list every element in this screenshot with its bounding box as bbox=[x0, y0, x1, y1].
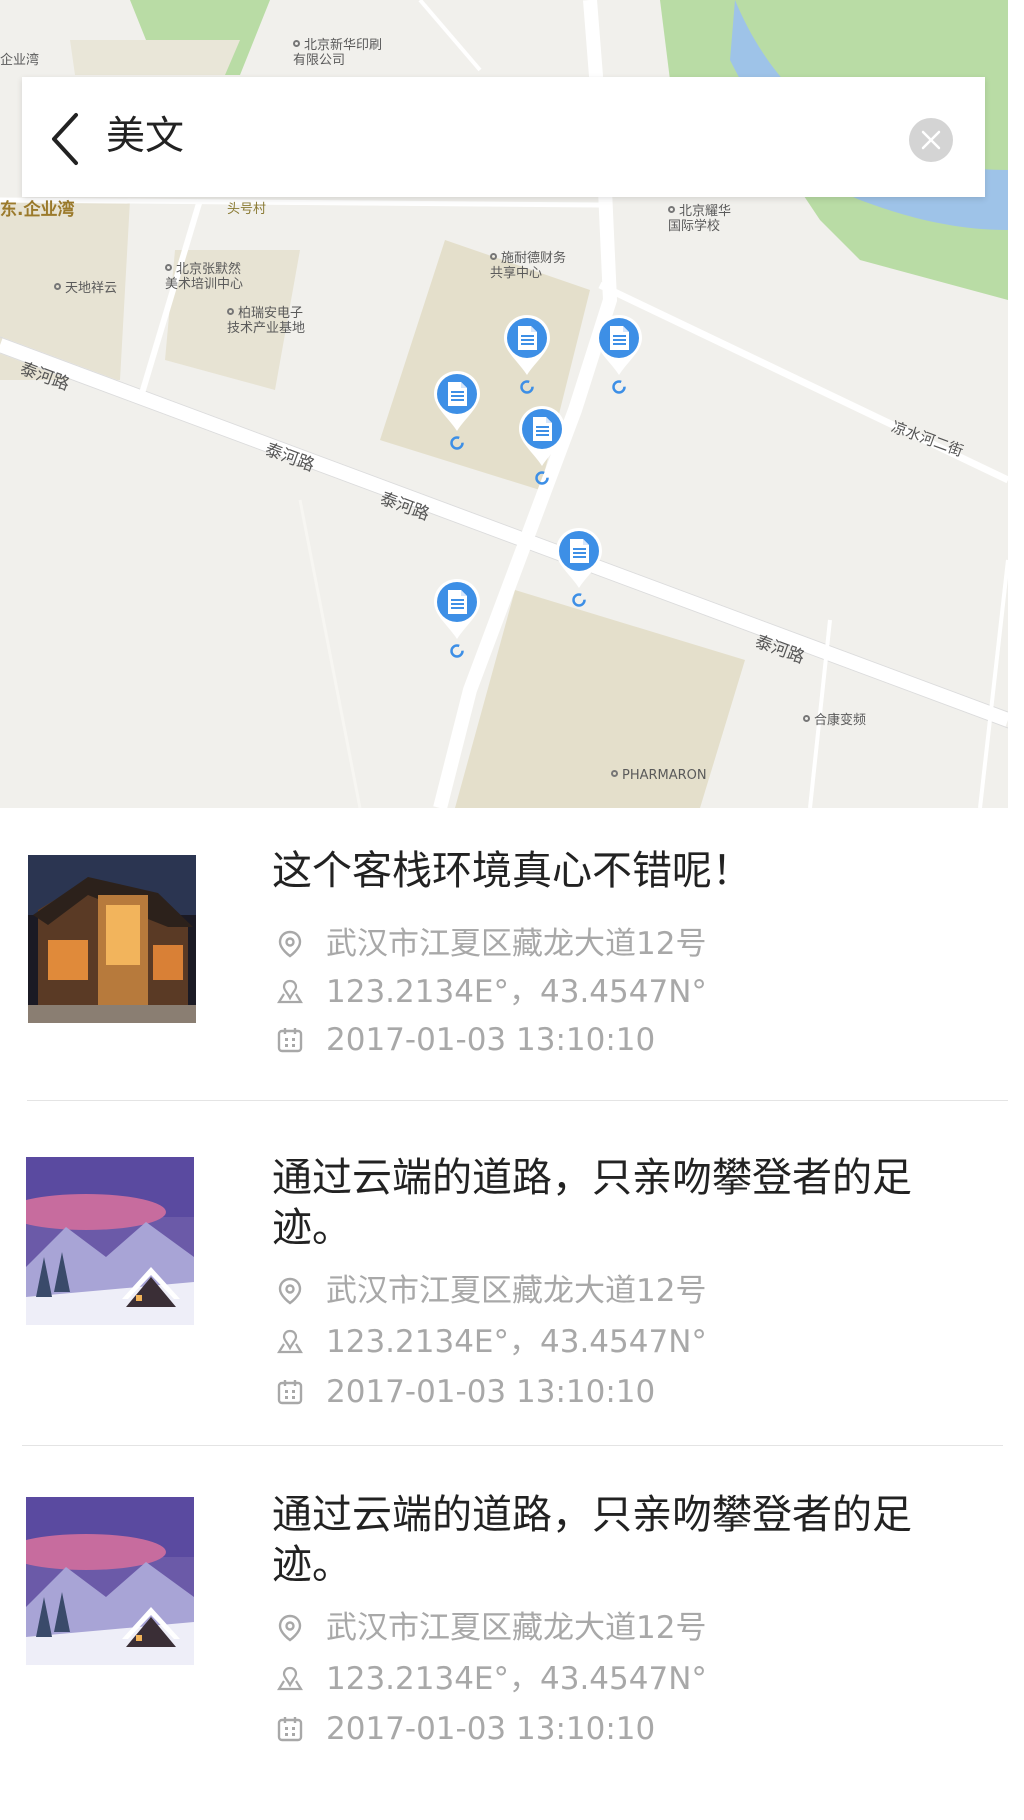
item-title: 这个客栈环境真心不错呢！ bbox=[272, 848, 752, 894]
list-item[interactable]: 通过云端的道路，只亲吻攀登者的足迹。 武汉市江夏区藏龙大道12号 123.213… bbox=[0, 1446, 1008, 1820]
calendar-icon bbox=[277, 1028, 303, 1053]
poi-label: 天地祥云 bbox=[54, 281, 117, 296]
coordinates-icon bbox=[277, 1329, 303, 1354]
address-text: 武汉市江夏区藏龙大道12号 bbox=[326, 1273, 707, 1309]
search-bar[interactable]: 美文 bbox=[22, 77, 985, 197]
coords-text: 123.2134E°，43.4547N° bbox=[326, 974, 707, 1010]
coordinates-icon bbox=[277, 1666, 303, 1691]
document-pin-icon[interactable] bbox=[592, 311, 646, 401]
poi-label: 北京耀华 国际学校 bbox=[668, 204, 732, 234]
snow-cabin-photo bbox=[26, 1497, 194, 1665]
chevron-left-icon bbox=[52, 113, 78, 165]
list-item[interactable]: 这个客栈环境真心不错呢！ 武汉市江夏区藏龙大道12号 123.2134E°，43… bbox=[0, 808, 1008, 1100]
close-icon bbox=[921, 130, 941, 150]
coordinates-icon bbox=[277, 979, 303, 1004]
poi-label: PHARMARON bbox=[611, 768, 707, 783]
thumbnail-image bbox=[28, 855, 196, 1023]
snow-cabin-photo bbox=[26, 1157, 194, 1325]
calendar-icon bbox=[277, 1717, 303, 1742]
poi-label: 北京张默然 美术培训中心 bbox=[165, 262, 244, 292]
document-pin-icon[interactable] bbox=[500, 311, 554, 401]
district-label-top: 企业湾 bbox=[0, 53, 40, 68]
document-pin-icon[interactable] bbox=[552, 524, 606, 614]
location-pin-icon bbox=[278, 1277, 302, 1305]
datetime-text: 2017-01-03 13:10:10 bbox=[326, 1022, 656, 1058]
location-pin-icon bbox=[278, 1614, 302, 1642]
document-pin-icon[interactable] bbox=[430, 575, 484, 665]
village-label: 头号村 bbox=[227, 202, 267, 217]
thumbnail-image bbox=[26, 1157, 194, 1325]
poi-label: 柏瑞安电子 技术产业基地 bbox=[227, 306, 306, 336]
poi-label: 北京新华印刷 有限公司 bbox=[293, 38, 383, 68]
list-item[interactable]: 通过云端的道路，只亲吻攀登者的足迹。 武汉市江夏区藏龙大道12号 123.213… bbox=[0, 1101, 1008, 1444]
back-button[interactable] bbox=[46, 111, 86, 167]
poi-label: 合康变频 bbox=[803, 713, 866, 728]
address-text: 武汉市江夏区藏龙大道12号 bbox=[326, 1610, 707, 1646]
document-pin-icon[interactable] bbox=[515, 402, 569, 492]
datetime-text: 2017-01-03 13:10:10 bbox=[326, 1374, 656, 1410]
district-label: 东.企业湾 bbox=[0, 200, 75, 220]
address-text: 武汉市江夏区藏龙大道12号 bbox=[326, 926, 707, 962]
location-pin-icon bbox=[278, 930, 302, 958]
item-title: 通过云端的道路，只亲吻攀登者的足迹。 bbox=[272, 1155, 912, 1251]
item-title: 通过云端的道路，只亲吻攀登者的足迹。 bbox=[272, 1492, 912, 1588]
coords-text: 123.2134E°，43.4547N° bbox=[326, 1324, 707, 1360]
search-query[interactable]: 美文 bbox=[106, 111, 184, 163]
datetime-text: 2017-01-03 13:10:10 bbox=[326, 1711, 656, 1747]
inn-night-photo bbox=[28, 855, 196, 1023]
coords-text: 123.2134E°，43.4547N° bbox=[326, 1661, 707, 1697]
clear-button[interactable] bbox=[909, 118, 953, 162]
calendar-icon bbox=[277, 1380, 303, 1405]
poi-label: 施耐德财务 共享中心 bbox=[490, 251, 567, 281]
thumbnail-image bbox=[26, 1497, 194, 1665]
document-pin-icon[interactable] bbox=[430, 367, 484, 457]
